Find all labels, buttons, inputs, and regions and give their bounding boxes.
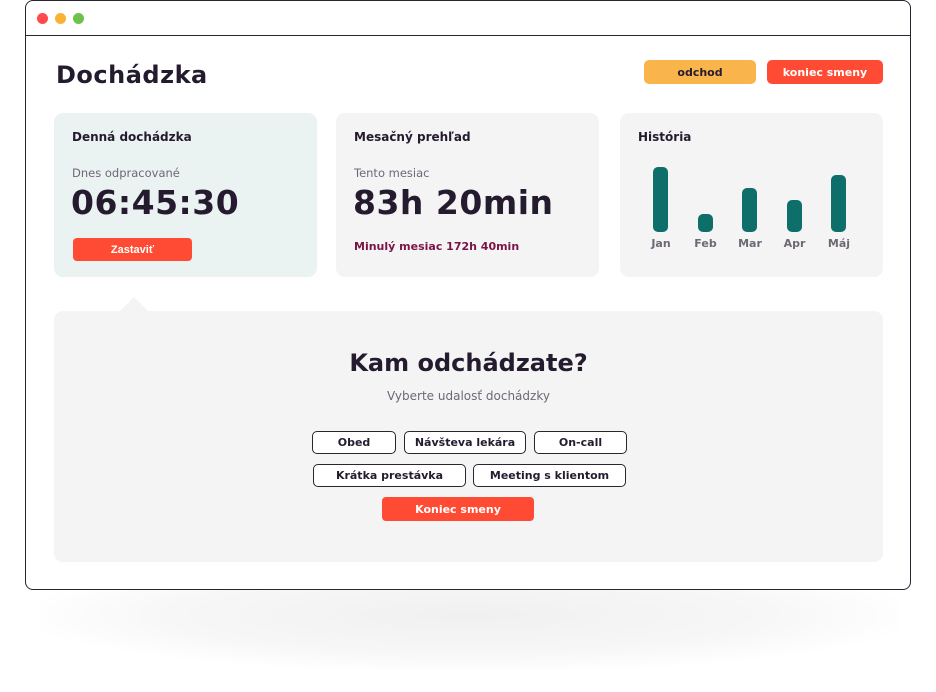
history-month-label: Mar: [738, 237, 762, 250]
history-card: História Jan Feb Mar Apr Máj: [620, 113, 883, 277]
close-window-dot[interactable]: [37, 13, 48, 24]
window-titlebar: [26, 1, 910, 36]
monthly-card-subtitle: Tento mesiac: [354, 166, 430, 180]
history-month-label: Apr: [783, 237, 806, 250]
leave-reason-panel: Kam odchádzate? Vyberte udalosť dochádzk…: [54, 311, 883, 562]
app-window: Dochádzka odchod koniec smeny Denná doch…: [25, 0, 911, 590]
history-bar-máj: [831, 175, 846, 232]
panel-pointer: [120, 297, 148, 311]
monthly-overview-card: Mesačný prehľad Tento mesiac 83h 20min M…: [336, 113, 599, 277]
daily-card-subtitle: Dnes odpracované: [72, 166, 180, 180]
last-month-summary: Minulý mesiac 172h 40min: [354, 240, 520, 253]
leave-panel-subtitle: Vyberte udalosť dochádzky: [387, 389, 550, 403]
option-navsteva-lekara[interactable]: Návšteva lekára: [404, 431, 526, 454]
minimize-window-dot[interactable]: [55, 13, 66, 24]
history-bar-mar: [742, 188, 757, 232]
end-shift-button[interactable]: Koniec smeny: [382, 497, 534, 521]
page-title: Dochádzka: [56, 61, 208, 89]
option-obed[interactable]: Obed: [312, 431, 396, 454]
history-month-label: Máj: [827, 237, 851, 250]
monthly-hours-value: 83h 20min: [353, 183, 554, 222]
history-month-label: Feb: [694, 237, 717, 250]
option-on-call[interactable]: On-call: [534, 431, 627, 454]
history-bar-feb: [697, 214, 713, 232]
maximize-window-dot[interactable]: [73, 13, 84, 24]
history-bar-chart: Jan Feb Mar Apr Máj: [620, 113, 883, 277]
daily-card-title: Denná dochádzka: [72, 130, 192, 144]
monthly-card-title: Mesačný prehľad: [354, 130, 471, 144]
odchod-button[interactable]: odchod: [644, 60, 756, 84]
worked-time-value: 06:45:30: [71, 183, 240, 222]
stop-button[interactable]: Zastaviť: [73, 238, 192, 261]
history-bar-apr: [786, 200, 802, 232]
daily-attendance-card: Denná dochádzka Dnes odpracované 06:45:3…: [54, 113, 317, 277]
option-kratka-prestavka[interactable]: Krátka prestávka: [313, 464, 466, 487]
option-meeting-s-klientom[interactable]: Meeting s klientom: [473, 464, 626, 487]
koniec-smeny-button[interactable]: koniec smeny: [767, 60, 883, 84]
leave-panel-title: Kam odchádzate?: [349, 349, 588, 377]
history-month-label: Jan: [651, 237, 671, 250]
history-bar-jan: [653, 167, 668, 232]
